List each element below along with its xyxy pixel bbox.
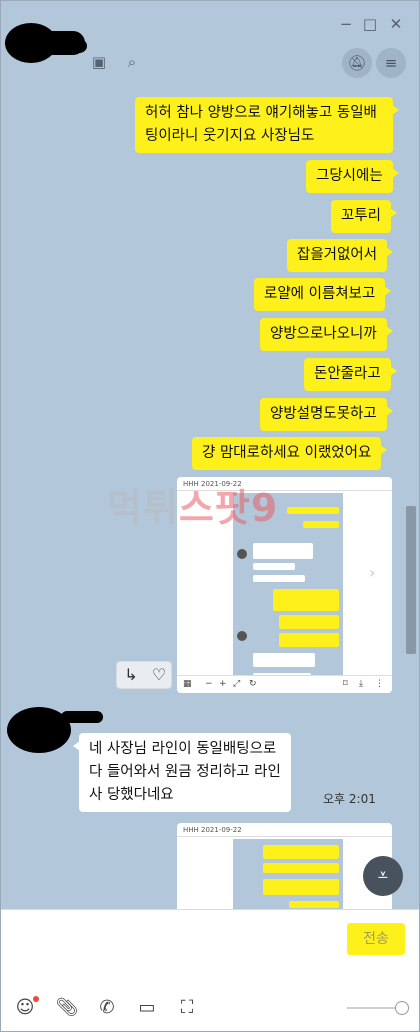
zoom-in-icon[interactable]: + (219, 676, 227, 693)
bookmark-icon[interactable]: ⌑ (343, 676, 348, 693)
message-time: 오후 2:01 (323, 792, 376, 806)
chat-messages[interactable]: 허허 참나 양방으로 얘기해놓고 동일배팅이라니 웃기지요 사장님도 그당시에는… (1, 89, 419, 909)
message-actions: ↳ ♡ (116, 661, 172, 689)
my-message[interactable]: 양방설명도못하고 (260, 398, 393, 431)
my-message[interactable]: 그당시에는 (306, 160, 399, 193)
my-message[interactable]: 걍 맘대로하세요 이랬었어요 (192, 437, 388, 470)
calendar-icon[interactable]: ▭ (135, 996, 159, 1020)
download-icon[interactable]: ⤓ (359, 676, 363, 693)
menu-button[interactable]: ≡ (376, 48, 406, 78)
my-message[interactable]: 허허 참나 양방으로 얘기해놓고 동일배팅이라니 웃기지요 사장님도 (135, 97, 399, 153)
close-button[interactable]: ✕ (387, 15, 405, 33)
my-message[interactable]: 로얄에 이름쳐보고 (254, 278, 392, 311)
zoom-out-icon[interactable]: − (205, 676, 213, 693)
close-icon: ✕ (389, 15, 403, 33)
image-toolbar: ▦ − + ⤢ ↻ ⌑ ⤓ ⋮ (177, 675, 392, 693)
search-icon[interactable]: ⌕ (122, 52, 142, 72)
rotate-icon[interactable]: ↻ (249, 676, 257, 693)
screenshot-thumbnail (233, 839, 343, 909)
input-area: 전송 ☺ 📎︎ ✆ ▭ ⛶ (1, 909, 419, 1031)
hamburger-icon: ≡ (384, 54, 398, 72)
transparency-slider[interactable] (347, 1007, 401, 1009)
image-message[interactable]: HHH 2021-09-22 (177, 823, 392, 909)
redaction-mark (71, 39, 87, 53)
arrow-down-icon: ⩡ (377, 865, 389, 886)
scroll-to-bottom-button[interactable]: ⩡ (363, 856, 403, 896)
fit-icon[interactable]: ⤢ (233, 676, 240, 693)
attach-icon[interactable]: 📎︎ (55, 996, 79, 1020)
mute-button[interactable]: 🔕︎ (342, 48, 372, 78)
call-icon[interactable]: ✆ (95, 996, 119, 1020)
watermark: 먹튀스팟9 (107, 486, 279, 530)
heart-icon[interactable]: ♡ (145, 665, 173, 685)
other-message[interactable]: 네 사장님 라인이 동일배팅으로 다 들어와서 원금 정리하고 라인사 당했다네… (73, 733, 291, 812)
drawer-icon[interactable]: ▣ (89, 52, 109, 72)
slider-knob[interactable] (395, 1001, 409, 1015)
send-button[interactable]: 전송 (347, 923, 405, 955)
image-title: HHH 2021-09-22 (177, 823, 392, 837)
my-message[interactable]: 꼬투리 (331, 200, 398, 233)
notification-dot (33, 996, 39, 1002)
bell-off-icon: 🔕︎ (347, 54, 367, 72)
my-message[interactable]: 양방으로나오니까 (260, 318, 393, 351)
capture-icon[interactable]: ⛶ (175, 996, 199, 1020)
more-icon[interactable]: ⋮ (375, 676, 384, 693)
minimize-button[interactable]: − (337, 15, 355, 33)
chevron-right-icon[interactable]: › (369, 563, 375, 582)
grid-icon[interactable]: ▦ (183, 676, 192, 693)
my-message[interactable]: 잡을거없어서 (287, 239, 394, 272)
scrollbar[interactable] (406, 506, 416, 654)
sender-name-redacted (61, 711, 103, 723)
chat-window: − □ ✕ ▣ ⌕ 🔕︎ ≡ 허허 참나 양방으로 얘기해놓고 동일배팅이라니 … (0, 0, 420, 1032)
reply-icon[interactable]: ↳ (117, 665, 145, 685)
minimize-icon: − (339, 15, 353, 33)
message-input[interactable] (11, 918, 331, 988)
chat-header: − □ ✕ ▣ ⌕ 🔕︎ ≡ (1, 1, 419, 89)
maximize-button[interactable]: □ (361, 15, 379, 33)
maximize-icon: □ (362, 15, 378, 33)
my-message[interactable]: 돈안줄라고 (304, 358, 397, 391)
